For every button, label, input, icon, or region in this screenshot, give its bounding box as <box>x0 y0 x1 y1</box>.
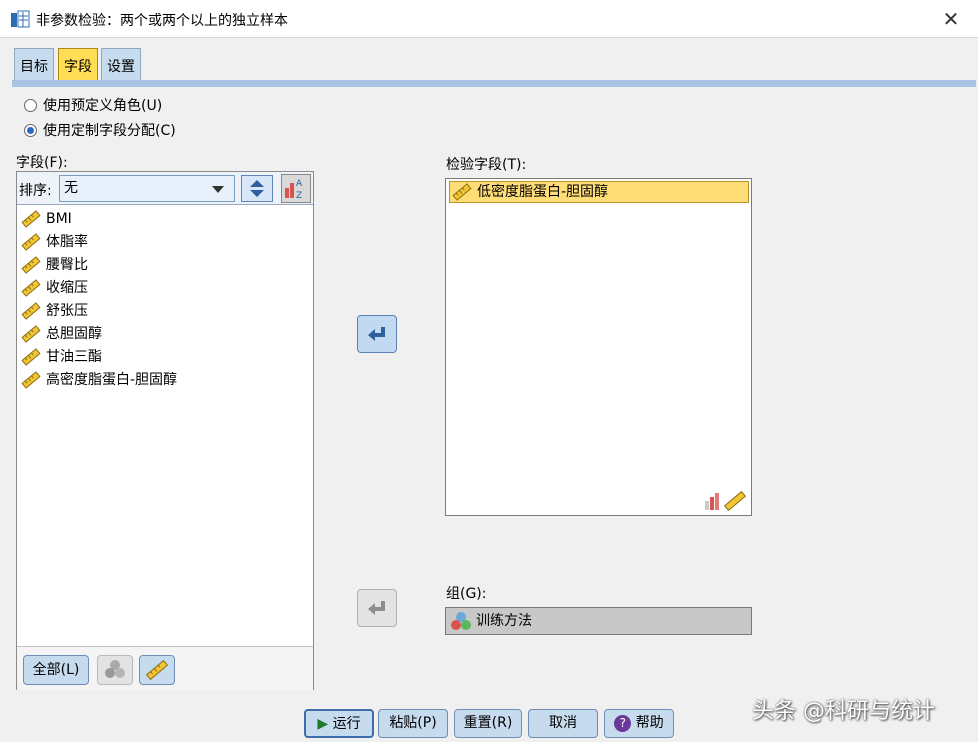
help-icon: ? <box>614 714 632 732</box>
run-button[interactable]: ▶ 运行 <box>304 709 374 738</box>
sort-row: 排序: 无 A Z <box>17 172 313 205</box>
sort-dropdown[interactable]: 无 <box>59 175 235 202</box>
cancel-button[interactable]: 取消 <box>528 709 598 738</box>
reset-button[interactable]: 重置(R) <box>454 709 522 738</box>
scale-ruler-icon <box>145 659 169 681</box>
move-to-test-button[interactable] <box>357 315 397 353</box>
sort-label: 排序: <box>19 183 52 199</box>
move-to-group-button[interactable] <box>357 589 397 627</box>
list-item[interactable]: 低密度脂蛋白-胆固醇 <box>449 181 749 203</box>
run-label: 运行 <box>332 716 361 732</box>
field-label: 甘油三酯 <box>46 349 102 365</box>
custom-assignment-label: 使用定制字段分配(C) <box>43 123 176 139</box>
arrow-return-icon <box>368 601 385 615</box>
predefined-roles-label: 使用预定义角色(U) <box>43 98 163 114</box>
field-label: 腰臀比 <box>46 257 88 273</box>
list-item[interactable]: 腰臀比 <box>21 254 88 276</box>
app-icon <box>11 10 30 28</box>
nominal-circles-icon <box>105 660 125 678</box>
field-label: 高密度脂蛋白-胆固醇 <box>46 372 178 388</box>
select-all-button[interactable]: 全部(L) <box>23 655 89 685</box>
group-value: 训练方法 <box>476 613 532 629</box>
chevron-down-icon <box>212 186 224 193</box>
custom-assignment-radio[interactable]: 使用定制字段分配(C) <box>24 120 176 140</box>
sort-direction-button[interactable] <box>241 175 273 202</box>
nominal-filter-button[interactable] <box>97 655 133 685</box>
tab-target[interactable]: 目标 <box>14 48 54 84</box>
arrow-return-icon <box>368 327 385 341</box>
allowed-types-icon <box>705 490 747 511</box>
sort-az-icon: A Z <box>285 179 303 201</box>
window-title: 非参数检验：两个或两个以上的独立样本 <box>36 13 288 29</box>
radio-off-icon[interactable] <box>24 98 37 112</box>
nominal-circles-icon <box>451 612 471 630</box>
list-item[interactable]: 舒张压 <box>21 300 88 322</box>
title-bar: 非参数检验：两个或两个以上的独立样本 ✕ <box>0 0 978 38</box>
fields-label: 字段(F): <box>16 155 68 171</box>
sort-arrows-icon <box>250 180 264 197</box>
field-label: 舒张压 <box>46 303 88 319</box>
test-fields-label: 检验字段(T): <box>446 157 527 173</box>
scale-ruler-icon <box>21 210 41 228</box>
radio-on-icon[interactable] <box>24 123 37 137</box>
tab-strip: 目标 字段 设置 <box>0 38 978 84</box>
scale-filter-button[interactable] <box>139 655 175 685</box>
fields-toolbar: 全部(L) <box>17 646 313 690</box>
list-item[interactable]: 体脂率 <box>21 231 88 253</box>
svg-text:Z: Z <box>296 191 302 201</box>
scale-ruler-icon <box>21 302 41 320</box>
sort-value: 无 <box>64 180 78 196</box>
close-icon[interactable]: ✕ <box>936 6 966 32</box>
list-item[interactable]: 甘油三酯 <box>21 346 102 368</box>
play-icon: ▶ <box>317 716 329 732</box>
scale-ruler-icon <box>21 256 41 274</box>
scale-ruler-icon <box>21 325 41 343</box>
help-label: 帮助 <box>635 715 664 731</box>
group-label: 组(G): <box>446 586 487 602</box>
list-item[interactable]: 总胆固醇 <box>21 323 102 345</box>
tab-settings[interactable]: 设置 <box>101 48 141 84</box>
fields-list[interactable]: BMI 体脂率 腰臀比 收缩压 舒张压 总胆固醇 甘油三酯 高密度脂蛋白-胆固醇 <box>17 206 313 647</box>
watermark: 头条 @科研与统计 <box>752 699 935 724</box>
field-label: 总胆固醇 <box>46 326 102 342</box>
field-label: 体脂率 <box>46 234 88 250</box>
scale-ruler-icon <box>21 233 41 251</box>
paste-button[interactable]: 粘贴(P) <box>378 709 448 738</box>
tab-underline <box>12 80 976 87</box>
sort-alphabetical-button[interactable]: A Z <box>281 174 311 203</box>
fields-panel: 排序: 无 A Z BMI 体脂率 腰臀比 收缩压 舒张压 总胆固醇 甘油三酯 … <box>16 171 314 690</box>
help-button[interactable]: ? 帮助 <box>604 709 674 738</box>
scale-ruler-icon <box>452 183 472 201</box>
scale-ruler-icon <box>21 279 41 297</box>
test-field-label: 低密度脂蛋白-胆固醇 <box>477 184 609 200</box>
field-label: BMI <box>46 211 72 227</box>
list-item[interactable]: BMI <box>21 208 72 230</box>
test-fields-list[interactable]: 低密度脂蛋白-胆固醇 <box>445 178 752 516</box>
list-item[interactable]: 收缩压 <box>21 277 88 299</box>
field-label: 收缩压 <box>46 280 88 296</box>
scale-ruler-icon <box>21 371 41 389</box>
svg-text:A: A <box>296 179 303 189</box>
scale-ruler-icon <box>21 348 41 366</box>
predefined-roles-radio[interactable]: 使用预定义角色(U) <box>24 95 162 115</box>
tab-fields[interactable]: 字段 <box>58 48 98 84</box>
list-item[interactable]: 高密度脂蛋白-胆固醇 <box>21 369 177 391</box>
group-field[interactable]: 训练方法 <box>445 607 752 635</box>
